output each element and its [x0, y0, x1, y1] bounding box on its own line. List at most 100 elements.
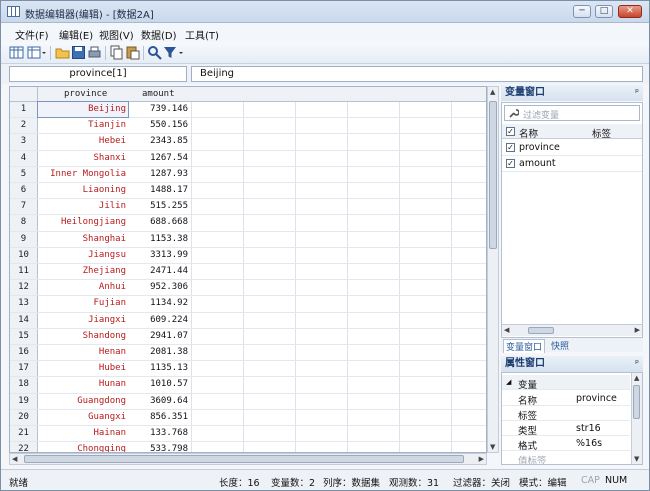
table-row[interactable]: 15 Shandong 2941.07	[10, 328, 486, 345]
column-name-header[interactable]: 名称	[519, 126, 538, 140]
table-row[interactable]: 16 Henan 2081.38	[10, 345, 486, 362]
copy-icon[interactable]	[109, 45, 124, 60]
scroll-left-icon[interactable]: ◀	[12, 455, 17, 463]
cell-province[interactable]: Chongqing	[38, 442, 128, 452]
search-icon[interactable]	[147, 45, 162, 60]
table-row[interactable]: 3 Hebei 2343.85	[10, 134, 486, 151]
table-row[interactable]: 2 Tianjin 550.156	[10, 118, 486, 135]
cell-amount[interactable]: 133.768	[128, 426, 192, 441]
cell-province[interactable]: Guangxi	[38, 410, 128, 425]
table-row[interactable]: 12 Anhui 952.306	[10, 280, 486, 297]
table-row[interactable]: 21 Hainan 133.768	[10, 426, 486, 443]
cell-province[interactable]: Shandong	[38, 329, 128, 344]
cell-province[interactable]: Hainan	[38, 426, 128, 441]
cell-value-field[interactable]: Beijing	[191, 66, 643, 82]
scroll-down-icon[interactable]: ▼	[490, 443, 495, 451]
current-cell-name[interactable]: province[1]	[9, 66, 187, 82]
pin-icon[interactable]: ᵖ	[635, 356, 639, 372]
menu-file[interactable]: 文件(F)	[15, 27, 49, 42]
cell-amount[interactable]: 1267.54	[128, 151, 192, 166]
menu-edit[interactable]: 编辑(E)	[59, 27, 93, 42]
cell-amount[interactable]: 2081.38	[128, 345, 192, 360]
table-row[interactable]: 13 Fujian 1134.92	[10, 296, 486, 313]
cell-amount[interactable]: 609.224	[128, 313, 192, 328]
filter-icon[interactable]	[163, 45, 185, 60]
property-row[interactable]: 格式 %16s	[502, 436, 630, 452]
variable-row-province[interactable]: ✓ province	[502, 140, 642, 156]
column-header-province[interactable]: province	[64, 89, 107, 99]
cell-amount[interactable]: 856.351	[128, 410, 192, 425]
scroll-down-icon[interactable]: ▼	[634, 455, 639, 463]
cell-province[interactable]: Inner Mongolia	[38, 167, 128, 182]
scroll-up-icon[interactable]: ▲	[634, 374, 639, 382]
table-row[interactable]: 4 Shanxi 1267.54	[10, 150, 486, 167]
cell-amount[interactable]: 3313.99	[128, 248, 192, 263]
property-group-variable[interactable]: ◢ 变量	[502, 375, 630, 391]
table-row[interactable]: 1 Beijing 739.146	[10, 101, 486, 119]
grid-vertical-scroll-thumb[interactable]	[489, 101, 497, 249]
cell-province[interactable]: Fujian	[38, 296, 128, 311]
maximize-button[interactable]: □	[595, 5, 613, 18]
cell-amount[interactable]: 2343.85	[128, 134, 192, 149]
scroll-up-icon[interactable]: ▲	[490, 88, 495, 96]
cell-amount[interactable]: 688.668	[128, 215, 192, 230]
table-row[interactable]: 10 Jiangsu 3313.99	[10, 247, 486, 264]
property-row[interactable]: 标签	[502, 406, 630, 422]
cell-province[interactable]: Jiangsu	[38, 248, 128, 263]
variables-scroll-thumb[interactable]	[528, 327, 554, 334]
row-number[interactable]: 9	[10, 231, 38, 247]
cell-amount[interactable]: 2471.44	[128, 264, 192, 279]
cell-province[interactable]: Jilin	[38, 199, 128, 214]
property-value[interactable]: str16	[576, 423, 601, 434]
row-number[interactable]: 4	[10, 150, 38, 166]
cell-province[interactable]: Anhui	[38, 280, 128, 295]
cell-province[interactable]: Hunan	[38, 377, 128, 392]
row-number[interactable]: 1	[10, 102, 38, 118]
view-menu-icon[interactable]	[27, 45, 47, 60]
table-row[interactable]: 8 Heilongjiang 688.668	[10, 215, 486, 232]
table-row[interactable]: 6 Liaoning 1488.17	[10, 183, 486, 200]
row-number[interactable]: 5	[10, 166, 38, 182]
cell-province[interactable]: Tianjin	[38, 118, 128, 133]
row-number[interactable]: 22	[10, 442, 38, 452]
row-number[interactable]: 3	[10, 134, 38, 150]
row-number[interactable]: 21	[10, 426, 38, 442]
row-number[interactable]: 17	[10, 361, 38, 377]
menu-tools[interactable]: 工具(T)	[185, 27, 219, 42]
cell-province[interactable]: Hubei	[38, 361, 128, 376]
row-number[interactable]: 13	[10, 296, 38, 312]
close-button[interactable]: ✕	[618, 5, 642, 18]
cell-amount[interactable]: 515.255	[128, 199, 192, 214]
variables-horizontal-scrollbar[interactable]: ◀ ▶	[502, 324, 642, 336]
table-row[interactable]: 11 Zhejiang 2471.44	[10, 264, 486, 281]
open-folder-icon[interactable]	[55, 45, 70, 60]
select-all-checkbox[interactable]: ✓	[506, 127, 515, 136]
paste-icon[interactable]	[125, 45, 140, 60]
row-number[interactable]: 11	[10, 264, 38, 280]
cell-province[interactable]: Henan	[38, 345, 128, 360]
properties-vertical-scrollbar[interactable]: ▲ ▼	[631, 373, 642, 464]
table-row[interactable]: 5 Inner Mongolia 1287.93	[10, 166, 486, 183]
pin-icon[interactable]: ᵖ	[635, 85, 639, 101]
row-number[interactable]: 6	[10, 183, 38, 199]
table-row[interactable]: 22 Chongqing 533.798	[10, 442, 486, 452]
cell-province[interactable]: Shanxi	[38, 151, 128, 166]
cell-amount[interactable]: 1488.17	[128, 183, 192, 198]
grid-horizontal-scroll-thumb[interactable]	[24, 455, 464, 463]
cell-amount[interactable]: 952.306	[128, 280, 192, 295]
data-grid[interactable]: province amount 1 Beijing 739.146 2 Tianjin 5…	[9, 86, 487, 453]
data-editor-grid-icon[interactable]	[9, 45, 24, 60]
row-number[interactable]: 18	[10, 377, 38, 393]
cell-amount[interactable]: 3609.64	[128, 394, 192, 409]
cell-province[interactable]: Jiangxi	[38, 313, 128, 328]
cell-province[interactable]: Beijing	[37, 101, 129, 118]
cell-amount[interactable]: 1287.93	[128, 167, 192, 182]
row-number[interactable]: 14	[10, 312, 38, 328]
scroll-right-icon[interactable]: ▶	[479, 455, 484, 463]
cell-province[interactable]: Shanghai	[38, 232, 128, 247]
cell-amount[interactable]: 1153.38	[128, 232, 192, 247]
cell-amount[interactable]: 550.156	[128, 118, 192, 133]
cell-province[interactable]: Heilongjiang	[38, 215, 128, 230]
cell-amount[interactable]: 1010.57	[128, 377, 192, 392]
menu-view[interactable]: 视图(V)	[99, 27, 134, 42]
